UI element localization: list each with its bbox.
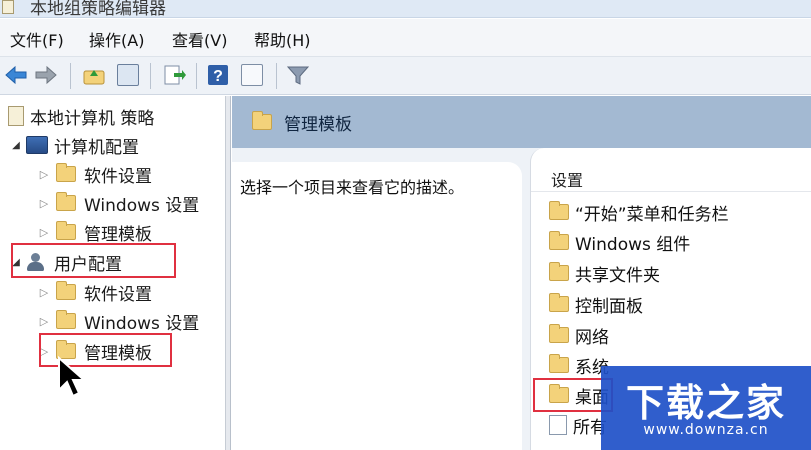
list-item-label: “开始”菜单和任务栏 (575, 204, 729, 225)
tree-node-computer-windows-settings[interactable]: ▷ Windows 设置 (38, 189, 199, 217)
document-icon (549, 415, 567, 435)
collapse-arrow-icon[interactable]: ◢ (10, 140, 22, 151)
folder-icon (549, 262, 569, 281)
svg-text:?: ? (213, 68, 223, 85)
tree-node-user-software-settings[interactable]: ▷ 软件设置 (38, 278, 152, 306)
tree-node-label: 本地计算机 策略 (30, 108, 155, 129)
list-item[interactable]: 控制面板 (549, 290, 643, 318)
folder-icon (56, 221, 76, 240)
highlight-user-config (11, 243, 176, 278)
show-hide-action-pane-icon[interactable] (238, 61, 266, 89)
expand-arrow-icon[interactable]: ▷ (38, 168, 50, 181)
menu-help[interactable]: 帮助(H) (254, 27, 311, 51)
tree-node-label: Windows 设置 (84, 313, 200, 334)
tree-node-root[interactable]: 本地计算机 策略 (4, 102, 154, 130)
tree-node-computer-software-settings[interactable]: ▷ 软件设置 (38, 160, 152, 188)
tree-node-computer-config[interactable]: ◢ 计算机配置 (10, 131, 139, 159)
folder-icon (549, 354, 569, 373)
details-header: 管理模板 (232, 96, 811, 148)
folder-icon (549, 324, 569, 343)
folder-icon (252, 111, 272, 130)
expand-arrow-icon[interactable]: ▷ (38, 315, 50, 328)
list-item-label: Windows 组件 (575, 234, 691, 255)
window-title: 本地组策略编辑器 (30, 0, 166, 19)
folder-icon (56, 192, 76, 211)
export-list-icon[interactable] (160, 61, 188, 89)
filter-icon[interactable] (284, 61, 312, 89)
list-item[interactable]: 所有 (549, 411, 607, 439)
pane-splitter[interactable] (226, 96, 231, 450)
list-item[interactable]: 网络 (549, 321, 609, 349)
list-item[interactable]: “开始”菜单和任务栏 (549, 198, 729, 226)
tree-node-label: Windows 设置 (84, 195, 200, 216)
folder-icon (56, 310, 76, 329)
up-folder-icon[interactable] (80, 61, 108, 89)
expand-arrow-icon[interactable]: ▷ (38, 286, 50, 299)
watermark-url: www.downza.cn (643, 422, 769, 438)
menu-file[interactable]: 文件(F) (10, 27, 64, 51)
expand-arrow-icon[interactable]: ▷ (38, 197, 50, 210)
list-item-label: 网络 (575, 327, 609, 348)
policy-editor-icon (2, 0, 14, 14)
description-panel: 选择一个项目来查看它的描述。 (232, 162, 522, 450)
policy-icon (8, 106, 24, 126)
details-title: 管理模板 (284, 115, 352, 135)
description-text: 选择一个项目来查看它的描述。 (240, 178, 465, 197)
watermark-logo: 下载之家 www.downza.cn (601, 366, 811, 450)
list-item[interactable]: 系统 (549, 351, 609, 379)
column-header-settings[interactable]: 设置 (531, 164, 811, 192)
computer-icon (26, 136, 48, 154)
toolbar: ? (0, 57, 811, 95)
folder-icon (549, 293, 569, 312)
expand-arrow-icon[interactable]: ▷ (38, 226, 50, 239)
tree-node-label: 计算机配置 (54, 137, 139, 158)
show-hide-tree-icon[interactable] (114, 61, 142, 89)
tree-node-label: 管理模板 (84, 224, 152, 245)
mouse-cursor-icon (58, 356, 87, 398)
folder-icon (549, 201, 569, 220)
watermark-title: 下载之家 (625, 381, 786, 425)
list-item-label: 共享文件夹 (575, 265, 660, 286)
tree-node-label: 软件设置 (84, 166, 152, 187)
menu-action[interactable]: 操作(A) (89, 27, 144, 51)
folder-icon (56, 163, 76, 182)
folder-icon (549, 231, 569, 250)
menu-view[interactable]: 查看(V) (172, 27, 227, 51)
tree-node-computer-admin-templates[interactable]: ▷ 管理模板 (38, 218, 152, 246)
folder-icon (56, 281, 76, 300)
forward-arrow-icon[interactable] (32, 61, 60, 89)
help-icon[interactable]: ? (204, 61, 232, 89)
list-item[interactable]: 共享文件夹 (549, 259, 660, 287)
menu-bar: 文件(F) 操作(A) 查看(V) 帮助(H) (0, 19, 811, 57)
tree-node-user-windows-settings[interactable]: ▷ Windows 设置 (38, 307, 199, 335)
window-titlebar: 本地组策略编辑器 (0, 0, 811, 19)
list-item[interactable]: Windows 组件 (549, 228, 690, 256)
tree-node-label: 软件设置 (84, 284, 152, 305)
list-item-label: 控制面板 (575, 296, 643, 317)
back-arrow-icon[interactable] (2, 61, 30, 89)
